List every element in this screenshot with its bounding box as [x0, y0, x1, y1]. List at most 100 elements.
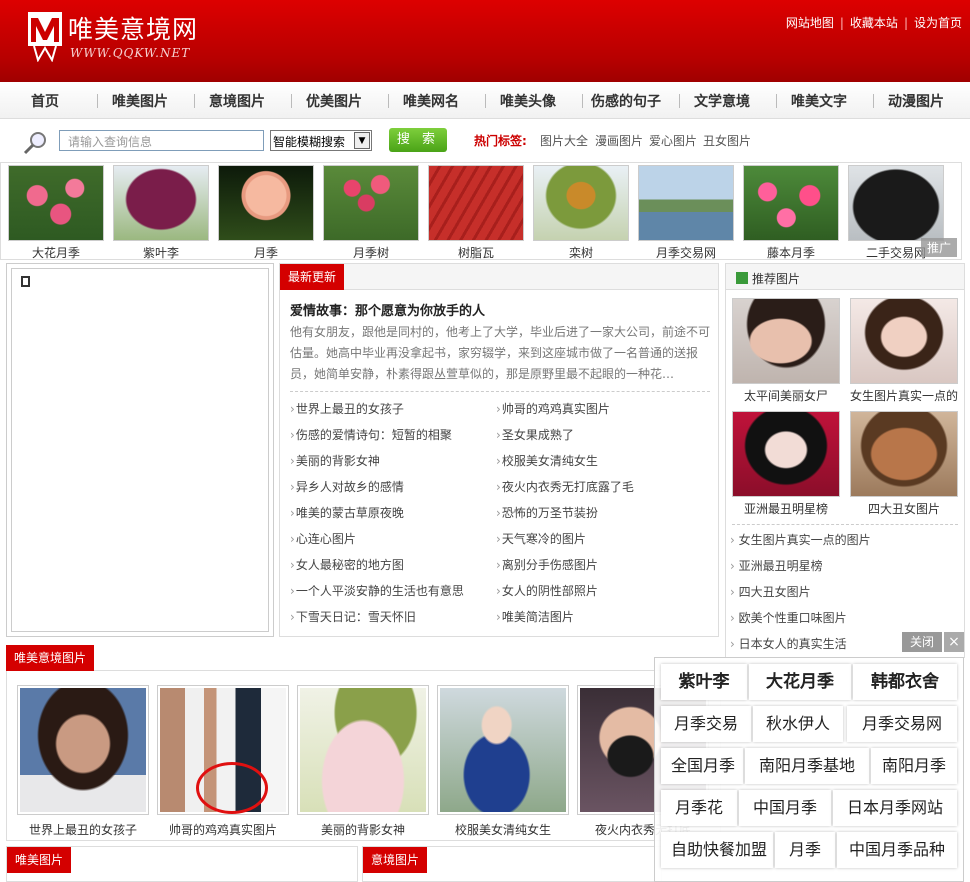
rec-item[interactable]: 女生图片真实一点的 [850, 298, 958, 404]
strip-image[interactable] [743, 165, 839, 241]
gallery-item[interactable]: 校服美女清纯女生 [437, 685, 569, 838]
sitemap-link[interactable]: 网站地图 [786, 16, 834, 30]
hot-tag[interactable]: 丑女图片 [703, 132, 751, 149]
strip-image[interactable] [848, 165, 944, 241]
gallery-caption[interactable]: 世界上最丑的女孩子 [17, 821, 149, 838]
rec-caption[interactable]: 太平间美丽女尸 [732, 387, 840, 404]
rec-image[interactable] [732, 411, 840, 497]
ad-keyword[interactable]: 月季 [775, 832, 835, 868]
ad-keyword[interactable]: 中国月季品种 [837, 832, 957, 868]
list-item[interactable]: ›下雪天日记：雪天怀旧 [290, 608, 464, 634]
ad-keyword[interactable]: 南阳月季基地 [745, 748, 869, 784]
ad-keyword[interactable]: 月季花 [661, 790, 737, 826]
strip-caption[interactable]: 大花月季 [8, 244, 104, 261]
strip-image[interactable] [113, 165, 209, 241]
strip-caption[interactable]: 紫叶李 [113, 244, 209, 261]
search-button[interactable]: 搜 索 [389, 128, 447, 152]
tab-latest-updates[interactable]: 最新更新 [280, 264, 345, 290]
rec-image[interactable] [850, 411, 958, 497]
ad-keyword[interactable]: 月季交易网 [847, 706, 957, 742]
strip-item[interactable]: 月季树 [323, 165, 419, 261]
gallery-caption[interactable]: 帅哥的鸡鸡真实图片 [157, 821, 289, 838]
list-item[interactable]: ›唯美的蒙古草原夜晚 [290, 504, 464, 530]
close-icon[interactable]: × [944, 632, 964, 652]
rec-image[interactable] [732, 298, 840, 384]
list-item[interactable]: ›夜火内衣秀无打底露了毛 [496, 478, 634, 504]
strip-item[interactable]: 紫叶李 [113, 165, 209, 261]
ad-keyword[interactable]: 月季交易 [661, 706, 751, 742]
list-item[interactable]: › 四大丑女图片 [730, 583, 871, 609]
nav-anime[interactable]: 动漫图片 [888, 91, 944, 111]
strip-item[interactable]: 藤本月季 [743, 165, 839, 261]
nav-beautiful-pictures[interactable]: 唯美图片 [112, 91, 168, 111]
strip-caption[interactable]: 月季树 [323, 244, 419, 261]
gallery-image[interactable] [157, 685, 289, 815]
tab-mood-gallery[interactable]: 唯美意境图片 [6, 645, 95, 671]
nav-literature[interactable]: 文学意境 [694, 91, 750, 111]
logo-icon[interactable] [28, 12, 62, 62]
search-input[interactable]: 请输入查询信息 [59, 130, 264, 151]
gallery-image[interactable] [437, 685, 569, 815]
ad-keyword[interactable]: 韩都衣舍 [853, 664, 957, 700]
bookmark-link[interactable]: 收藏本站 [850, 16, 898, 30]
list-item[interactable]: ›离别分手伤感图片 [496, 556, 634, 582]
gallery-image[interactable] [297, 685, 429, 815]
ad-keyword[interactable]: 紫叶李 [661, 664, 747, 700]
rec-item[interactable]: 太平间美丽女尸 [732, 298, 840, 404]
site-name[interactable]: 唯美意境网 [68, 10, 198, 46]
featured-story-title[interactable]: 爱情故事：那个愿意为你放手的人 [290, 300, 485, 319]
strip-image[interactable] [428, 165, 524, 241]
ad-keyword[interactable]: 自助快餐加盟 [661, 832, 773, 868]
nav-texts[interactable]: 唯美文字 [791, 91, 847, 111]
gallery-item[interactable]: 美丽的背影女神 [297, 685, 429, 838]
nav-avatars[interactable]: 唯美头像 [500, 91, 556, 111]
hot-tag[interactable]: 爱心图片 [649, 132, 697, 149]
search-mode-select[interactable]: 智能模糊搜索 ▼ [270, 130, 372, 151]
gallery-caption[interactable]: 美丽的背影女神 [297, 821, 429, 838]
list-item[interactable]: ›女人最秘密的地方图 [290, 556, 464, 582]
strip-image[interactable] [533, 165, 629, 241]
hot-tag[interactable]: 图片大全 [540, 132, 588, 149]
list-item[interactable]: ›世界上最丑的女孩子 [290, 400, 464, 426]
close-button[interactable]: 关闭 [902, 632, 942, 652]
strip-caption[interactable]: 月季交易网 [638, 244, 734, 261]
strip-caption[interactable]: 树脂瓦 [428, 244, 524, 261]
strip-caption[interactable]: 藤本月季 [743, 244, 839, 261]
gallery-item[interactable]: 帅哥的鸡鸡真实图片 [157, 685, 289, 838]
list-item[interactable]: ›一个人平淡安静的生活也有意思 [290, 582, 464, 608]
rec-item[interactable]: 四大丑女图片 [850, 411, 958, 517]
nav-home[interactable]: 首页 [31, 91, 59, 111]
gallery-item[interactable]: 世界上最丑的女孩子 [17, 685, 149, 838]
nav-mood-pictures[interactable]: 意境图片 [209, 91, 265, 111]
list-item[interactable]: ›唯美简洁图片 [496, 608, 634, 634]
tab-mood-pictures[interactable]: 意境图片 [363, 847, 428, 873]
list-item[interactable]: › 亚洲最丑明星榜 [730, 557, 871, 583]
ad-keyword[interactable]: 南阳月季 [871, 748, 957, 784]
list-item[interactable]: ›校服美女清纯女生 [496, 452, 634, 478]
list-item[interactable]: ›美丽的背影女神 [290, 452, 464, 478]
ad-keyword[interactable]: 全国月季 [661, 748, 743, 784]
hot-tag[interactable]: 漫画图片 [595, 132, 643, 149]
strip-item[interactable]: 月季 [218, 165, 314, 261]
strip-image[interactable] [323, 165, 419, 241]
ad-keyword[interactable]: 日本月季网站 [833, 790, 957, 826]
list-item[interactable]: ›帅哥的鸡鸡真实图片 [496, 400, 634, 426]
strip-caption[interactable]: 栾树 [533, 244, 629, 261]
ad-keyword[interactable]: 大花月季 [749, 664, 851, 700]
strip-caption[interactable]: 月季 [218, 244, 314, 261]
strip-item[interactable]: 栾树 [533, 165, 629, 261]
list-item[interactable]: ›伤感的爱情诗句：短暂的相聚 [290, 426, 464, 452]
gallery-image[interactable] [17, 685, 149, 815]
list-item[interactable]: ›天气寒冷的图片 [496, 530, 634, 556]
ad-keyword[interactable]: 秋水伊人 [753, 706, 843, 742]
list-item[interactable]: ›圣女果成熟了 [496, 426, 634, 452]
strip-image[interactable] [638, 165, 734, 241]
strip-item[interactable]: 月季交易网 [638, 165, 734, 261]
list-item[interactable]: › 女生图片真实一点的图片 [730, 531, 871, 557]
list-item[interactable]: ›心连心图片 [290, 530, 464, 556]
rec-caption[interactable]: 四大丑女图片 [850, 500, 958, 517]
tab-beautiful-pictures[interactable]: 唯美图片 [7, 847, 72, 873]
chevron-down-icon[interactable]: ▼ [354, 132, 370, 149]
rec-item[interactable]: 亚洲最丑明星榜 [732, 411, 840, 517]
nav-nicknames[interactable]: 唯美网名 [403, 91, 459, 111]
